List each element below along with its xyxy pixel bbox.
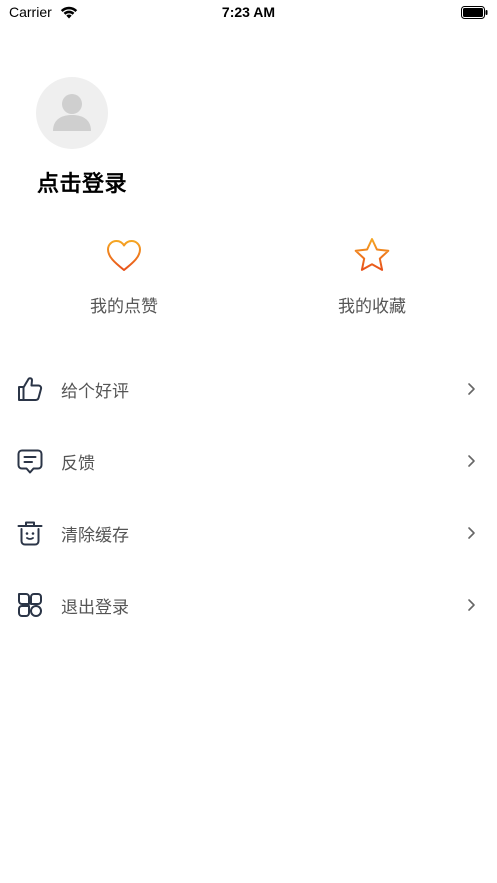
menu-item-rate[interactable]: 给个好评 [0, 361, 497, 417]
user-placeholder-icon [53, 94, 91, 131]
feedback-chat-icon [17, 449, 43, 474]
my-favorites-label: 我的收藏 [338, 297, 406, 317]
battery-icon [461, 6, 488, 19]
my-likes-label: 我的点赞 [90, 297, 158, 317]
menu-item-logout-label: 退出登录 [61, 598, 129, 618]
status-bar: Carrier 7:23 AM [0, 0, 497, 26]
menu-item-clear-cache-label: 清除缓存 [61, 526, 129, 546]
menu-item-clear-cache[interactable]: 清除缓存 [0, 505, 497, 561]
apps-grid-icon [18, 593, 42, 617]
trash-icon [17, 521, 43, 546]
login-title[interactable]: 点击登录 [37, 166, 127, 198]
my-favorites-button[interactable]: 我的收藏 [292, 236, 452, 317]
chevron-right-icon [468, 527, 475, 539]
chevron-right-icon [468, 599, 475, 611]
menu-item-feedback[interactable]: 反馈 [0, 433, 497, 489]
menu-item-rate-label: 给个好评 [61, 382, 129, 402]
chevron-right-icon [468, 455, 475, 467]
menu-item-feedback-label: 反馈 [61, 454, 95, 474]
chevron-right-icon [468, 383, 475, 395]
heart-icon [107, 240, 141, 271]
my-likes-button[interactable]: 我的点赞 [44, 236, 204, 317]
clock: 7:23 AM [221, 4, 276, 20]
star-icon [354, 238, 390, 271]
avatar[interactable] [36, 77, 108, 149]
menu-item-logout[interactable]: 退出登录 [0, 577, 497, 633]
thumbs-up-icon [18, 377, 43, 401]
